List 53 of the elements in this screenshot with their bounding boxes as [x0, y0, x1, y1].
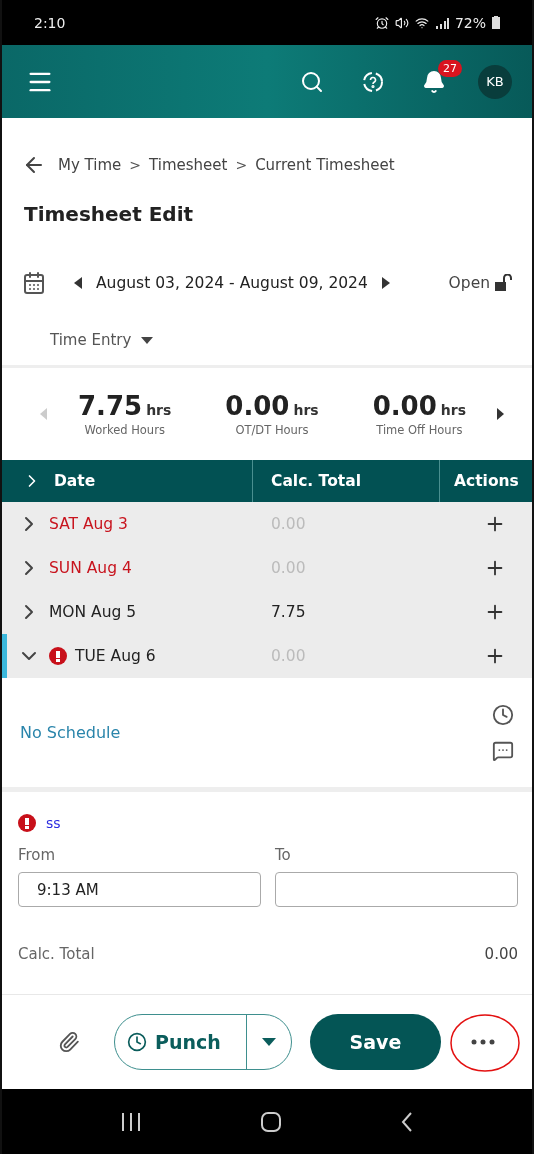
page-title: Timesheet Edit	[23, 201, 195, 228]
comment-icon[interactable]	[492, 739, 514, 762]
caret-icon	[141, 336, 154, 344]
user-avatar[interactable]: KB	[478, 64, 512, 99]
row-total: 7.75	[271, 603, 306, 621]
battery-level: 72%	[454, 14, 486, 31]
alarm-icon	[374, 15, 389, 30]
back-nav-icon[interactable]	[400, 1110, 413, 1133]
annotation-circle	[449, 1013, 521, 1073]
field-label: From	[18, 846, 57, 864]
breadcrumb-link[interactable]: Current Timesheet	[255, 156, 395, 174]
wifi-icon	[414, 15, 429, 30]
row-date: TUE Aug 6	[75, 647, 156, 665]
pay-code-link[interactable]: ss	[46, 815, 61, 831]
summary-value: 0.00 hrs	[372, 391, 466, 421]
period-range: August 03, 2024 - August 09, 2024	[96, 274, 368, 292]
day-row[interactable]: MON Aug 5 7.75	[2, 590, 532, 634]
clock-icon[interactable]	[492, 703, 514, 726]
caret-icon	[262, 1038, 276, 1046]
to-time-field[interactable]	[275, 872, 518, 907]
battery-icon	[492, 16, 500, 29]
breadcrumb-separator: >	[129, 157, 142, 173]
row-date: SUN Aug 4	[49, 559, 132, 577]
summary-label: Time Off Hours	[376, 423, 463, 437]
punch-button[interactable]: Punch	[115, 1015, 247, 1069]
signal-icon	[434, 16, 449, 29]
column-header: Actions	[454, 472, 519, 490]
more-icon	[471, 1039, 495, 1045]
home-icon[interactable]	[260, 1110, 282, 1133]
row-date: SAT Aug 3	[49, 515, 128, 533]
summary-value: 0.00 hrs	[225, 391, 319, 421]
notification-badge: 27	[438, 59, 462, 77]
field-label: To	[275, 846, 292, 864]
period-status: Open	[448, 274, 490, 292]
column-header: Calc. Total	[271, 472, 361, 490]
recent-apps-icon[interactable]	[121, 1112, 142, 1131]
summary-label: OT/DT Hours	[235, 423, 309, 437]
save-button[interactable]: Save	[310, 1014, 441, 1070]
calc-total-label: Calc. Total	[18, 945, 95, 963]
column-header: Date	[54, 472, 96, 490]
calendar-icon[interactable]	[22, 271, 46, 295]
status-time: 2:10	[34, 14, 66, 31]
view-dropdown[interactable]: Time Entry	[44, 315, 532, 365]
breadcrumb-link[interactable]: Timesheet	[149, 156, 228, 174]
calc-total-value: 0.00	[484, 945, 518, 963]
breadcrumb-separator: >	[235, 157, 248, 173]
summary-value: 7.75 hrs	[77, 391, 172, 421]
breadcrumb-link[interactable]: My Time	[58, 156, 122, 174]
from-time-field[interactable]: 9:13 AM	[18, 872, 261, 907]
summary-label: Worked Hours	[84, 423, 165, 437]
schedule-link[interactable]: No Schedule	[20, 723, 121, 742]
clock-icon	[127, 1032, 147, 1052]
row-date: MON Aug 5	[49, 603, 137, 621]
